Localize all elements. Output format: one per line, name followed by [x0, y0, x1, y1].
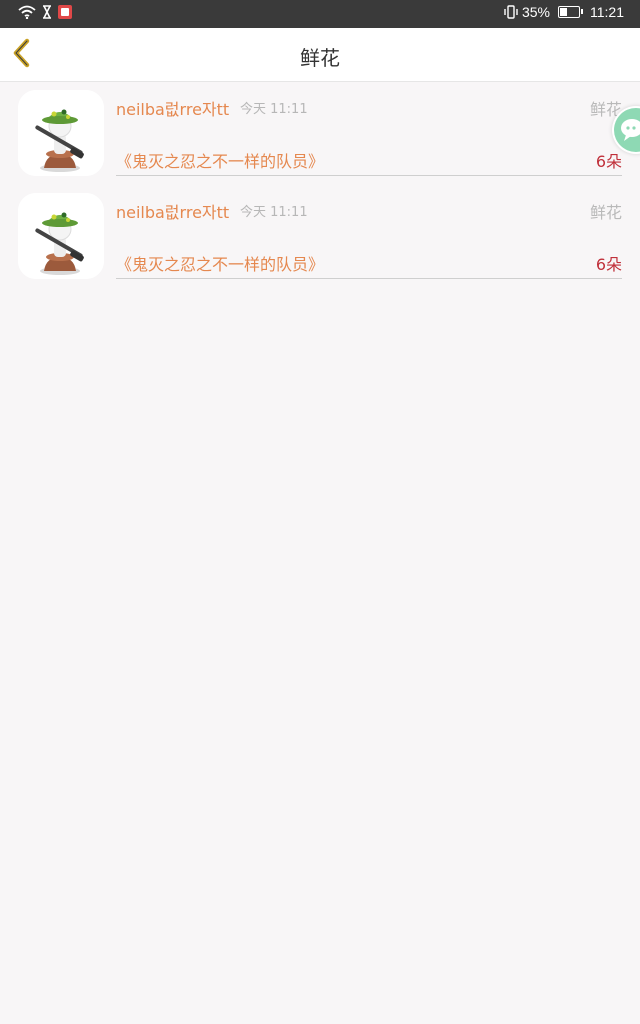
status-left-icons — [18, 5, 72, 19]
timestamp: 今天 11:11 — [240, 205, 308, 220]
wifi-icon — [18, 5, 36, 19]
hourglass-icon — [43, 5, 51, 19]
status-right: 35% 11:21 — [504, 4, 624, 20]
divider — [116, 175, 622, 176]
flower-count: 6朵 — [595, 255, 622, 274]
list-item[interactable]: neilba럾rre자tt 今天 11:11 鲜花 《鬼灭之忍之不一样的队员》 … — [0, 185, 640, 288]
book-title[interactable]: 《鬼灭之忍之不一样的队员》 — [116, 148, 324, 172]
clock: 11:21 — [590, 4, 624, 20]
page-title: 鲜花 — [300, 46, 340, 70]
gift-type: 鲜花 — [589, 203, 622, 222]
username[interactable]: neilba럾rre자tt — [116, 199, 229, 223]
list-item[interactable]: neilba럾rre자tt 今天 11:11 鲜花 《鬼灭之忍之不一样的队员》 … — [0, 82, 640, 185]
vibrate-icon — [504, 5, 518, 19]
battery-icon — [558, 6, 583, 18]
battery-percent: 35% — [521, 4, 550, 20]
book-title[interactable]: 《鬼灭之忍之不一样的队员》 — [116, 251, 324, 275]
avatar-image — [18, 90, 104, 176]
app-notification-icon — [58, 5, 72, 19]
flower-count: 6朵 — [595, 152, 622, 171]
avatar[interactable] — [18, 193, 104, 279]
avatar[interactable] — [18, 90, 104, 176]
username[interactable]: neilba럾rre자tt — [116, 96, 229, 120]
flower-list: neilba럾rre자tt 今天 11:11 鲜花 《鬼灭之忍之不一样的队员》 … — [0, 82, 640, 288]
divider — [116, 278, 622, 279]
status-bar: 35% 11:21 — [0, 0, 640, 28]
avatar-image — [18, 193, 104, 279]
timestamp: 今天 11:11 — [240, 102, 308, 117]
top-bar: 鲜花 — [0, 28, 640, 82]
